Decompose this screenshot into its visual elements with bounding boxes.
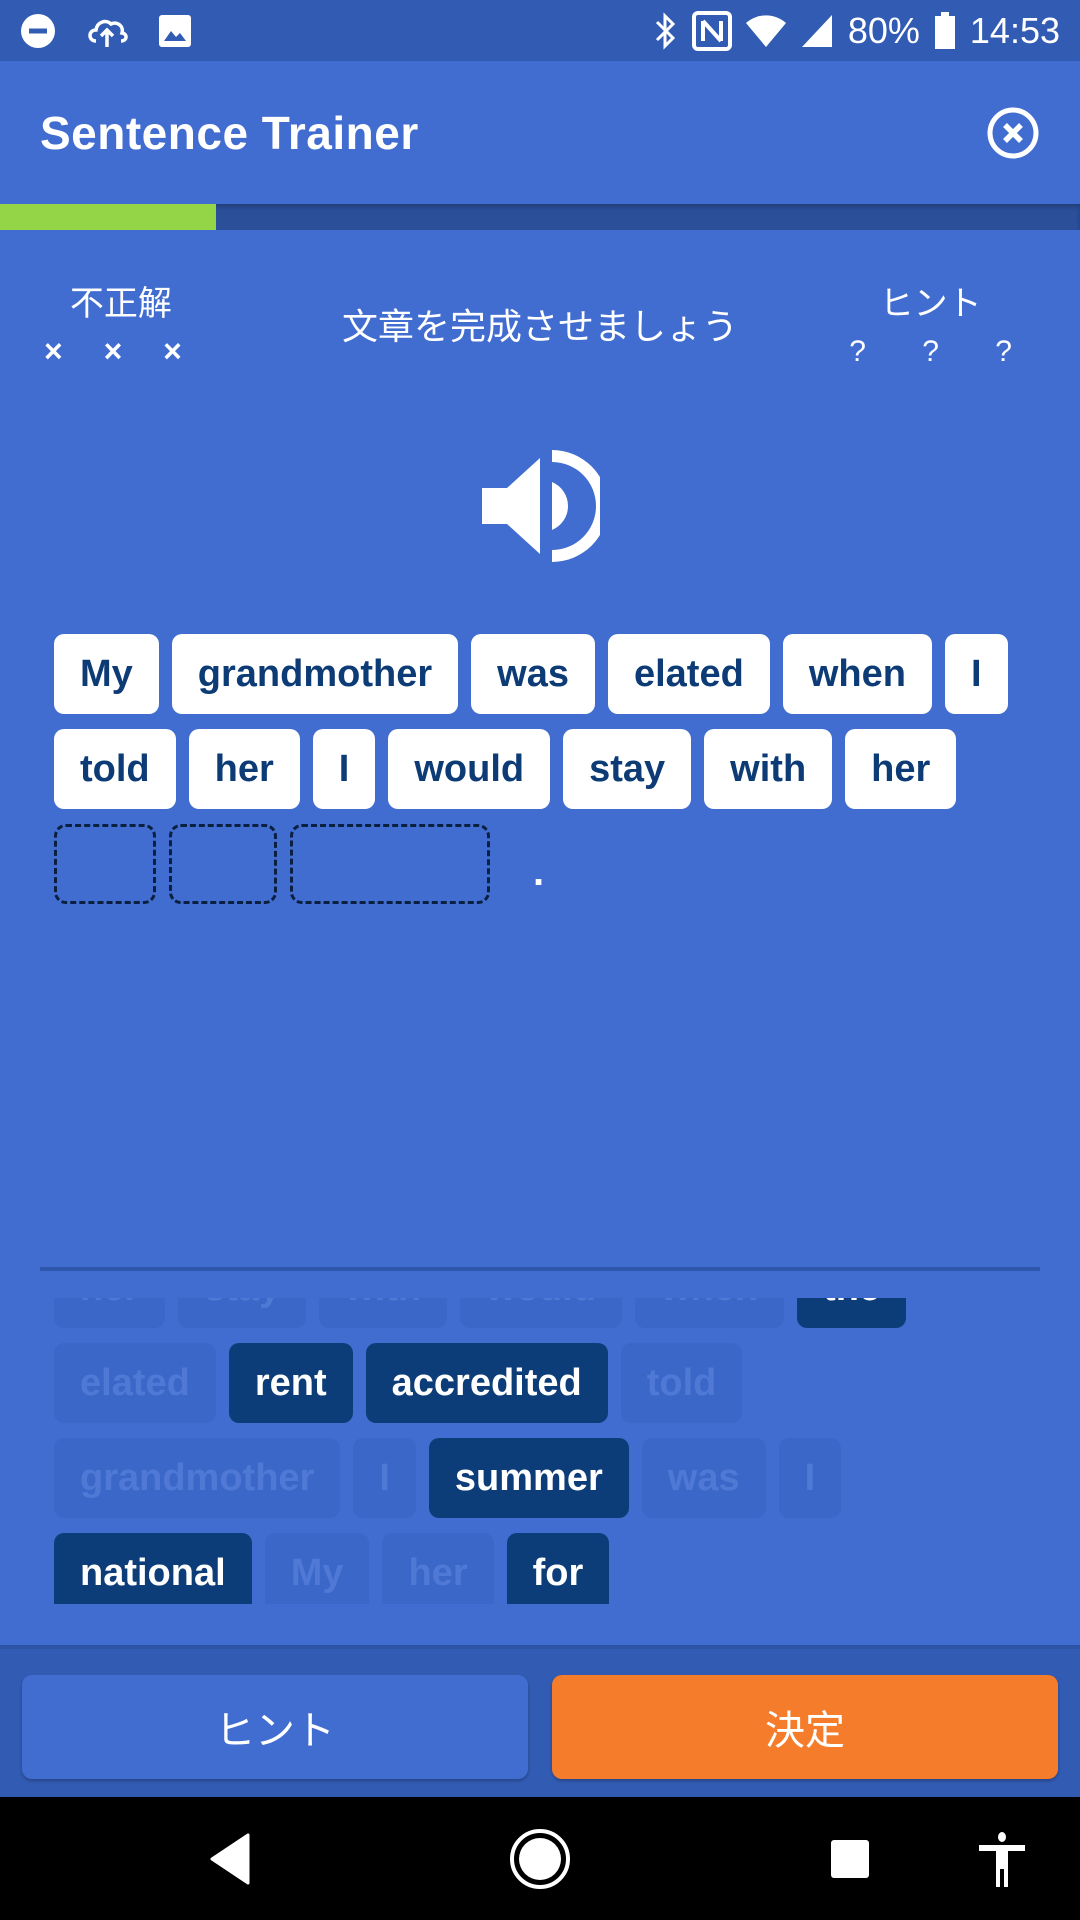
hint-button[interactable]: ヒント: [22, 1675, 528, 1779]
used-word-tile: her: [54, 1298, 166, 1328]
word-choice-tile[interactable]: summer: [428, 1438, 629, 1518]
placed-word-tile[interactable]: her: [845, 729, 957, 809]
placed-word-tile[interactable]: told: [54, 729, 176, 809]
progress-bar: [0, 204, 1080, 230]
used-word-tile: elated: [54, 1343, 216, 1423]
placed-word-tile[interactable]: My: [54, 634, 159, 714]
used-word-tile: grandmother: [54, 1438, 341, 1518]
close-button[interactable]: [986, 106, 1040, 160]
signal-icon: [800, 13, 834, 49]
hint-label: ヒント: [879, 285, 982, 323]
do-not-disturb-icon: [20, 13, 56, 49]
accessibility-button[interactable]: [962, 1819, 1042, 1899]
nfc-icon: [691, 10, 732, 51]
used-word-tile: My: [264, 1533, 370, 1604]
home-icon: [510, 1829, 570, 1889]
back-button[interactable]: [190, 1819, 270, 1899]
placed-word-tile[interactable]: her: [188, 729, 300, 809]
image-icon: [158, 14, 192, 48]
placed-word-tile[interactable]: grandmother: [171, 634, 459, 714]
sentence-area: My grandmother was elated when Itold her Iwould…: [54, 634, 1044, 919]
back-icon: [210, 1833, 250, 1885]
info-row: 不正解 × × × 文章を完成させましょう ヒント ? ? ?: [0, 272, 1080, 372]
status-bar: 80% 14:53: [0, 0, 1080, 61]
placed-word-tile[interactable]: I: [312, 729, 376, 809]
word-choice-tile[interactable]: accredited: [365, 1343, 608, 1423]
bluetooth-icon: [654, 11, 678, 50]
used-word-tile: I: [353, 1438, 416, 1518]
recents-button[interactable]: [810, 1819, 890, 1899]
placed-word-tile[interactable]: stay: [563, 729, 692, 809]
used-word-tile: I: [778, 1438, 842, 1518]
empty-word-slot[interactable]: [54, 824, 156, 904]
placed-word-tile[interactable]: would: [388, 729, 551, 809]
word-bank[interactable]: herstaywithwouldwhentheelatedrentaccredi…: [54, 1298, 1044, 1604]
sentence-row: .: [54, 824, 1044, 904]
play-audio-button[interactable]: [480, 448, 608, 564]
recents-icon: [831, 1840, 869, 1878]
word-choice-tile[interactable]: rent: [228, 1343, 353, 1423]
app-title: Sentence Trainer: [40, 106, 419, 159]
battery-icon: [934, 11, 956, 50]
submit-button[interactable]: 決定: [552, 1675, 1058, 1779]
used-word-tile: with: [319, 1298, 448, 1328]
empty-word-slot[interactable]: [169, 824, 277, 904]
word-bank-row: grandmother Isummer was I: [54, 1438, 906, 1518]
placed-word-tile[interactable]: I: [944, 634, 1008, 714]
word-bank-row: herstay with would whenthe: [54, 1298, 907, 1328]
accessibility-icon: [979, 1832, 1025, 1887]
progress-fill: [0, 204, 216, 230]
close-circle-icon: [987, 107, 1039, 158]
sentence-row: My grandmother was elated when I: [54, 634, 1044, 714]
word-bank-row: elated rent accredited told: [54, 1343, 906, 1423]
placed-word-tile[interactable]: when: [782, 634, 932, 714]
placed-word-tile[interactable]: elated: [607, 634, 770, 714]
bottom-bar: ヒント 決定: [0, 1645, 1080, 1797]
used-word-tile: told: [620, 1343, 743, 1423]
word-choice-tile[interactable]: for: [506, 1533, 610, 1604]
wifi-icon: [745, 13, 786, 49]
used-word-tile: was: [641, 1438, 766, 1518]
cloud-upload-icon: [84, 13, 130, 49]
used-word-tile: would: [460, 1298, 622, 1328]
word-bank-row: national My her for: [54, 1533, 906, 1604]
placed-word-tile[interactable]: was: [471, 634, 595, 714]
sentence-row: told her Iwould stay with her: [54, 729, 1044, 809]
hint-counter: ヒント ? ? ?: [825, 276, 1036, 369]
used-word-tile: when: [634, 1298, 785, 1328]
used-word-tile: stay: [178, 1298, 307, 1328]
hint-marks: ? ? ?: [849, 335, 1036, 368]
used-word-tile: her: [382, 1533, 494, 1604]
battery-percent: 80%: [847, 9, 920, 51]
empty-word-slot[interactable]: [290, 824, 490, 904]
divider: [40, 1267, 1040, 1271]
home-button[interactable]: [500, 1819, 580, 1899]
clock: 14:53: [969, 9, 1060, 51]
placed-word-tile[interactable]: with: [704, 729, 833, 809]
sentence-period: .: [533, 849, 545, 894]
navigation-bar: [0, 1797, 1080, 1920]
word-choice-tile[interactable]: the: [797, 1298, 907, 1328]
word-choice-tile[interactable]: national: [54, 1533, 252, 1604]
speaker-icon: [482, 450, 608, 562]
app-bar: Sentence Trainer: [0, 61, 1080, 204]
